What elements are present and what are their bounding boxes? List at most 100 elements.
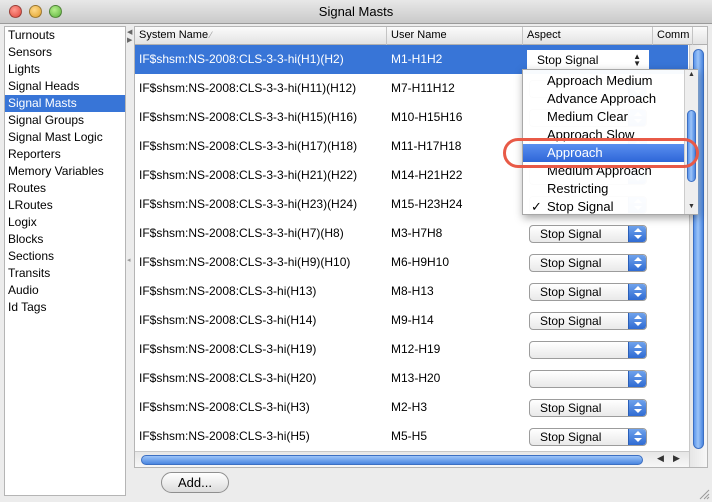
table-row[interactable]: IF$shsm:NS-2008:CLS-3-hi(H3) M2-H3 Stop Si… (135, 393, 688, 422)
window-titlebar: Signal Masts (0, 0, 712, 24)
sidebar-item-lights[interactable]: Lights (5, 61, 125, 78)
sidebar-item-audio[interactable]: Audio (5, 282, 125, 299)
aspect-option[interactable]: Approach (523, 144, 684, 162)
table-row[interactable]: IF$shsm:NS-2008:CLS-3-hi(H19) M12-H19 (135, 335, 688, 364)
user-name-cell[interactable]: M12-H19 (387, 335, 523, 364)
aspect-option[interactable]: Restricting (523, 180, 684, 198)
sidebar-item-reporters[interactable]: Reporters (5, 146, 125, 163)
aspect-option[interactable]: Advance Approach (523, 90, 684, 108)
scroll-left-arrow-icon[interactable]: ◀ (657, 453, 664, 464)
sidebar-item-id-tags[interactable]: Id Tags (5, 299, 125, 316)
sidebar-item-signal-groups[interactable]: Signal Groups (5, 112, 125, 129)
select-arrows-icon[interactable] (628, 429, 646, 445)
user-name-cell[interactable]: M3-H7H8 (387, 219, 523, 248)
sidebar-item-signal-mast-logic[interactable]: Signal Mast Logic (5, 129, 125, 146)
aspect-option-label: Stop Signal (547, 199, 614, 214)
sidebar-item-sensors[interactable]: Sensors (5, 44, 125, 61)
table-row[interactable]: IF$shsm:NS-2008:CLS-3-hi(H5) M5-H5 Stop Si… (135, 422, 688, 451)
user-name-cell[interactable]: M15-H23H24 (387, 190, 523, 219)
sidebar-item-transits[interactable]: Transits (5, 265, 125, 282)
aspect-select[interactable]: Stop Signal (529, 283, 647, 301)
aspect-cell: Stop Signal (523, 422, 653, 451)
system-name-cell: IF$shsm:NS-2008:CLS-3-hi(H20) (139, 371, 317, 385)
column-header-system-name[interactable]: System Name ⁄ (135, 27, 387, 45)
aspect-option[interactable]: Approach Slow (523, 126, 684, 144)
minimize-window-button[interactable] (29, 5, 42, 18)
aspect-option[interactable]: Medium Clear (523, 108, 684, 126)
aspect-select[interactable] (529, 341, 647, 359)
table-horizontal-scrollbar[interactable]: ◀ ▶ (135, 451, 689, 467)
user-name-cell[interactable]: M11-H17H18 (387, 132, 523, 161)
table-row[interactable]: IF$shsm:NS-2008:CLS-3-hi(H14) M9-H14 Stop … (135, 306, 688, 335)
aspect-select[interactable]: Stop Signal (529, 399, 647, 417)
aspect-cell: Stop Signal (523, 219, 653, 248)
user-name-cell[interactable]: M9-H14 (387, 306, 523, 335)
table-row[interactable]: IF$shsm:NS-2008:CLS-3-3-hi(H9)(H10) M6-H9… (135, 248, 688, 277)
column-header-comment[interactable]: Comm (653, 27, 693, 45)
collapse-left-arrow-icon[interactable]: ◀ (127, 28, 132, 36)
aspect-select[interactable] (529, 370, 647, 388)
table-row[interactable]: IF$shsm:NS-2008:CLS-3-hi(H20) M13-H20 (135, 364, 688, 393)
select-arrows-icon[interactable] (628, 313, 646, 329)
dropdown-scroll-down-icon[interactable]: ▼ (688, 203, 695, 210)
horizontal-scroll-thumb[interactable] (141, 455, 643, 465)
sidebar-item-memory-variables[interactable]: Memory Variables (5, 163, 125, 180)
aspect-option[interactable]: Approach Medium (523, 72, 684, 90)
select-arrows-icon[interactable] (628, 255, 646, 271)
system-name-cell: IF$shsm:NS-2008:CLS-3-3-hi(H17)(H18) (139, 139, 358, 153)
aspect-option[interactable]: Medium Approach (523, 162, 684, 180)
split-pane-divider[interactable]: ◀ ▶ ◂ (126, 26, 134, 496)
aspect-option-label: Approach (547, 145, 603, 160)
user-name-cell[interactable]: M5-H5 (387, 422, 523, 451)
user-name-cell[interactable]: M1-H1H2 (387, 45, 523, 74)
scroll-right-arrow-icon[interactable]: ▶ (673, 453, 680, 464)
sidebar-item-routes[interactable]: Routes (5, 180, 125, 197)
add-button[interactable]: Add... (161, 472, 229, 493)
user-name-cell[interactable]: M14-H21H22 (387, 161, 523, 190)
dropdown-scrollbar[interactable]: ▲ ▼ (684, 70, 698, 214)
user-name-cell[interactable]: M7-H11H12 (387, 74, 523, 103)
dropdown-scroll-thumb[interactable] (687, 110, 696, 182)
aspect-dropdown-list[interactable]: Approach Medium Advance Approach Medium Cl… (522, 69, 698, 215)
aspect-cell: Stop Signal (523, 306, 653, 335)
sidebar-item-lroutes[interactable]: LRoutes (5, 197, 125, 214)
window-title: Signal Masts (318, 4, 394, 19)
sidebar-item-blocks[interactable]: Blocks (5, 231, 125, 248)
aspect-select[interactable]: Stop Signal ▲ ▼ (527, 50, 649, 70)
dropdown-scroll-up-icon[interactable]: ▲ (688, 71, 695, 78)
resize-grip-icon[interactable] (698, 488, 710, 500)
sidebar-item-logix[interactable]: Logix (5, 214, 125, 231)
collapse-right-arrow-icon[interactable]: ▶ (127, 36, 132, 44)
sidebar-item-turnouts[interactable]: Turnouts (5, 27, 125, 44)
aspect-select[interactable]: Stop Signal (529, 428, 647, 446)
aspect-select[interactable]: Stop Signal (529, 254, 647, 272)
table-row[interactable]: IF$shsm:NS-2008:CLS-3-3-hi(H7)(H8) M3-H7H… (135, 219, 688, 248)
system-name-cell: IF$shsm:NS-2008:CLS-3-hi(H5) (139, 429, 310, 443)
select-arrows-icon[interactable] (628, 400, 646, 416)
sidebar-item-signal-masts[interactable]: Signal Masts (5, 95, 125, 112)
select-arrows-icon[interactable] (628, 371, 646, 387)
up-down-arrows-icon: ▲ ▼ (633, 52, 641, 68)
select-arrows-icon[interactable] (628, 284, 646, 300)
system-name-cell: IF$shsm:NS-2008:CLS-3-3-hi(H15)(H16) (139, 110, 358, 124)
aspect-select[interactable]: Stop Signal (529, 312, 647, 330)
user-name-cell[interactable]: M8-H13 (387, 277, 523, 306)
user-name-cell[interactable]: M6-H9H10 (387, 248, 523, 277)
user-name-cell[interactable]: M2-H3 (387, 393, 523, 422)
sidebar-item-signal-heads[interactable]: Signal Heads (5, 78, 125, 95)
sidebar-item-sections[interactable]: Sections (5, 248, 125, 265)
aspect-option-label: Restricting (547, 181, 609, 196)
table-row[interactable]: IF$shsm:NS-2008:CLS-3-hi(H13) M8-H13 Stop … (135, 277, 688, 306)
column-header-aspect[interactable]: Aspect (523, 27, 653, 45)
aspect-option-label: Approach Slow (547, 127, 635, 142)
aspect-select-value: Stop Signal (540, 256, 602, 270)
column-header-user-name[interactable]: User Name (387, 27, 523, 45)
zoom-window-button[interactable] (49, 5, 62, 18)
aspect-select[interactable]: Stop Signal (529, 225, 647, 243)
user-name-cell[interactable]: M10-H15H16 (387, 103, 523, 132)
select-arrows-icon[interactable] (628, 226, 646, 242)
select-arrows-icon[interactable] (628, 342, 646, 358)
aspect-option[interactable]: ✓ Stop Signal (523, 198, 684, 216)
close-window-button[interactable] (9, 5, 22, 18)
user-name-cell[interactable]: M13-H20 (387, 364, 523, 393)
